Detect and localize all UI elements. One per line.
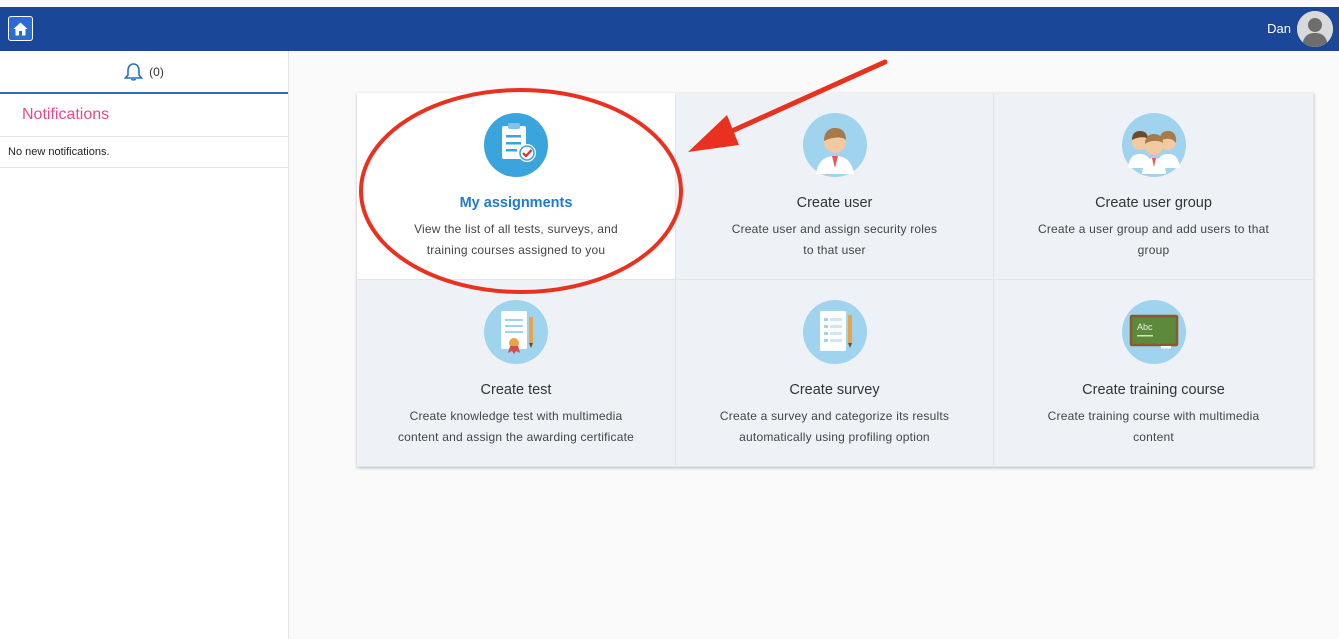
tile-create-survey[interactable]: Create survey Create a survey and catego… (676, 280, 994, 467)
tile-description-line: Create knowledge test with multimedia (409, 409, 623, 423)
tile-description: Create a user group and add users to tha… (1004, 219, 1303, 261)
tile-description: Create knowledge test with multimedia co… (367, 406, 665, 448)
tile-my-assignments[interactable]: My assignments View the list of all test… (357, 93, 676, 280)
home-button[interactable] (8, 16, 33, 41)
chalkboard-text: Abc (1137, 322, 1153, 332)
notification-count: (0) (149, 64, 164, 79)
chalkboard-icon: Abc (1121, 300, 1186, 364)
notifications-sidebar: (0) Notifications No new notifications. (0, 51, 289, 639)
tile-title: Create user (796, 195, 873, 211)
tile-title: Create test (480, 382, 552, 398)
top-bar: Dan (0, 7, 1339, 51)
test-certificate-icon (484, 300, 548, 364)
tile-title: Create user group (1095, 195, 1212, 211)
notification-bell-tab[interactable]: (0) (0, 51, 288, 94)
tile-description: Create training course with multimedia c… (1004, 406, 1303, 448)
user-icon (802, 113, 867, 177)
avatar[interactable] (1297, 11, 1333, 47)
dashboard-tiles: My assignments View the list of all test… (357, 93, 1314, 467)
tile-description-line: training courses assigned to you (426, 243, 606, 257)
tile-description: Create user and assign security roles to… (686, 219, 983, 261)
tile-title: Create training course (1082, 382, 1225, 398)
user-group-icon (1121, 113, 1186, 177)
tile-description: View the list of all tests, surveys, and… (367, 219, 665, 261)
tile-description-line: content and assign the awarding certific… (397, 430, 635, 444)
home-icon (13, 22, 28, 35)
notifications-heading: Notifications (0, 94, 288, 137)
tile-title: My assignments (459, 195, 573, 211)
tile-title: Create survey (789, 382, 880, 398)
tile-create-user[interactable]: Create user Create user and assign secur… (676, 93, 994, 280)
assignments-icon (484, 113, 548, 177)
tile-description-line: Create training course with multimedia (1047, 409, 1260, 423)
tile-description-line: Create user and assign security roles (731, 222, 938, 236)
survey-icon (802, 300, 867, 364)
tile-description-line: to that user (803, 243, 866, 257)
tile-create-user-group[interactable]: Create user group Create a user group an… (994, 93, 1314, 280)
no-notifications-text: No new notifications. (0, 137, 288, 168)
tile-create-training-course[interactable]: Abc Create training course Create traini… (994, 280, 1314, 467)
bell-icon (124, 62, 144, 81)
tile-description: Create a survey and categorize its resul… (686, 406, 983, 448)
tile-create-test[interactable]: Create test Create knowledge test with m… (357, 280, 676, 467)
tile-description-line: View the list of all tests, surveys, and (414, 222, 618, 236)
tile-description-line: content (1133, 430, 1174, 444)
tile-description-line: automatically using profiling option (739, 430, 930, 444)
tile-description-line: Create a user group and add users to tha… (1037, 222, 1269, 236)
tile-description-line: Create a survey and categorize its resul… (719, 409, 950, 423)
user-avatar-icon (1297, 11, 1333, 47)
user-name[interactable]: Dan (1267, 21, 1291, 36)
tile-description-line: group (1137, 243, 1170, 257)
